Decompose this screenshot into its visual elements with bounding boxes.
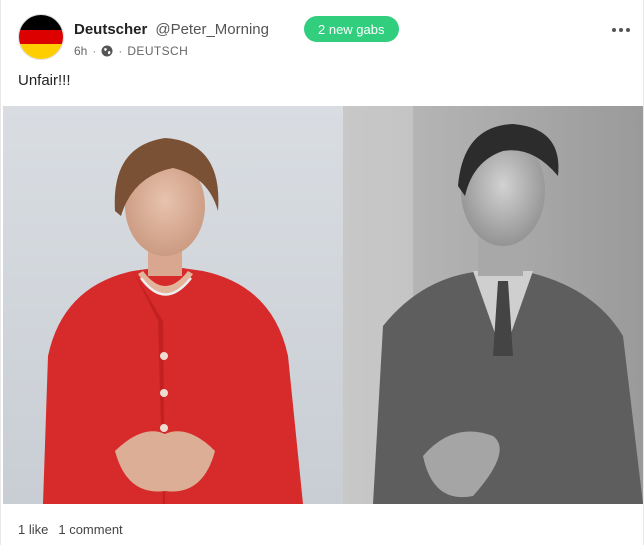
meta-separator: · <box>92 44 97 58</box>
meta-separator: · <box>118 44 123 58</box>
post-body-text: Unfair!!! <box>18 72 71 89</box>
post-timestamp[interactable]: 6h <box>74 44 87 58</box>
post-language: DEUTSCH <box>127 44 189 58</box>
new-gabs-button[interactable]: 2 new gabs <box>304 16 399 42</box>
globe-icon <box>101 45 113 57</box>
left-photo <box>3 106 343 504</box>
likes-count[interactable]: 1 like <box>18 522 48 537</box>
avatar[interactable] <box>18 14 64 60</box>
author-display-name[interactable]: Deutscher <box>74 21 147 38</box>
ellipsis-dot <box>612 28 616 32</box>
ellipsis-icon[interactable] <box>607 20 635 40</box>
avatar-flag-stripe-gold <box>19 44 63 59</box>
comments-count[interactable]: 1 comment <box>58 522 122 537</box>
avatar-flag-stripe-black <box>19 15 63 30</box>
right-photo <box>343 106 643 504</box>
author-username[interactable]: @Peter_Morning <box>155 21 269 38</box>
post-media-image[interactable] <box>3 106 643 504</box>
post-stats: 1 like 1 comment <box>18 522 123 537</box>
post-card: Deutscher @Peter_Morning 6h · · DEUTSCH … <box>0 0 644 545</box>
ellipsis-dot <box>626 28 630 32</box>
ellipsis-dot <box>619 28 623 32</box>
avatar-flag-stripe-red <box>19 29 63 45</box>
media-photo-collage <box>3 106 643 504</box>
author-row: Deutscher @Peter_Morning <box>74 21 269 38</box>
post-meta: 6h · · DEUTSCH <box>74 44 188 58</box>
